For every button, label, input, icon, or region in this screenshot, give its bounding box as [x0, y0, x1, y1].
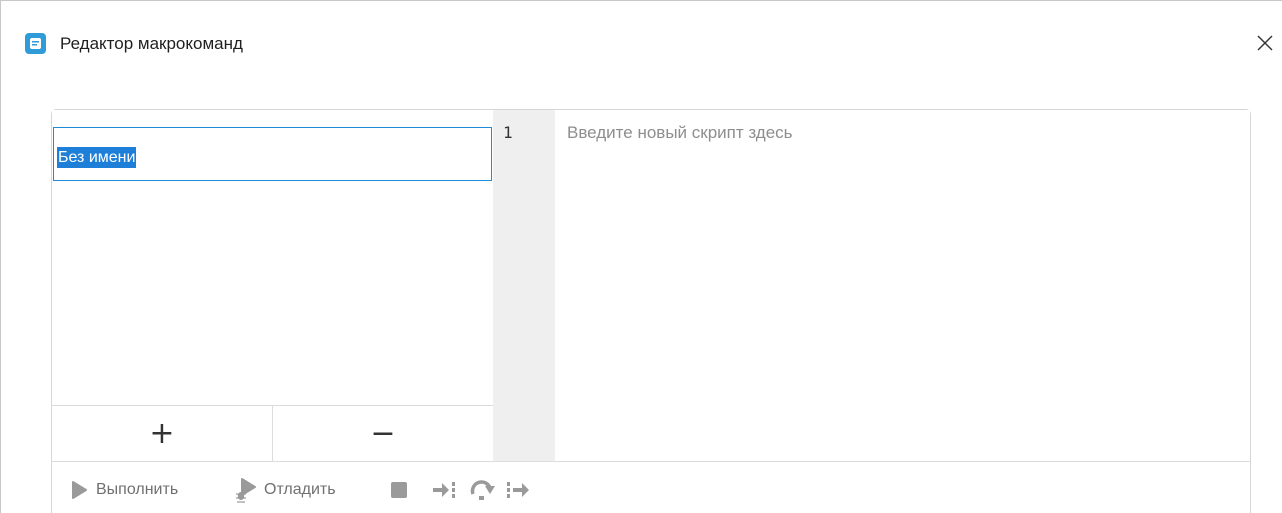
remove-macro-button[interactable]: −: [273, 406, 493, 461]
play-icon: [72, 481, 87, 499]
macro-list-buttons: + −: [52, 405, 493, 461]
plus-icon: +: [149, 415, 175, 451]
debug-button[interactable]: Отладить: [235, 462, 336, 513]
debug-icon: [236, 478, 256, 503]
minus-icon: −: [370, 415, 396, 451]
stop-button[interactable]: [390, 462, 408, 513]
title-bar: Редактор макрокоманд: [1, 1, 1282, 85]
run-label: Выполнить: [96, 481, 179, 498]
macro-list-item[interactable]: Без имени: [53, 127, 492, 181]
macro-list-pane: Без имени + −: [52, 110, 493, 461]
step-into-icon: [433, 482, 455, 498]
script-editor: 1 Введите новый скрипт здесь: [493, 110, 1250, 461]
step-out-button[interactable]: [506, 462, 534, 513]
line-number: 1: [503, 123, 513, 142]
macro-name-field[interactable]: Без имени: [57, 147, 137, 168]
script-input[interactable]: Введите новый скрипт здесь: [555, 110, 1250, 461]
debug-toolbar: Выполнить Отладить: [52, 461, 1250, 513]
macro-editor-window: Редактор макрокоманд Без имени + − 1 Вве…: [0, 0, 1282, 513]
step-into-button[interactable]: [432, 462, 458, 513]
close-icon: [1257, 35, 1273, 51]
step-over-icon: [470, 480, 495, 500]
close-button[interactable]: [1251, 29, 1279, 57]
macro-list: Без имени: [52, 127, 493, 405]
stop-icon: [391, 482, 407, 498]
script-placeholder: Введите новый скрипт здесь: [567, 123, 793, 142]
step-over-button[interactable]: [468, 462, 498, 513]
app-logo-icon: [25, 33, 46, 54]
debug-label: Отладить: [264, 481, 336, 498]
window-title: Редактор макрокоманд: [60, 34, 243, 53]
add-macro-button[interactable]: +: [52, 406, 273, 461]
step-out-icon: [507, 482, 529, 498]
run-button[interactable]: Выполнить: [71, 462, 178, 513]
macro-editor-panel: Без имени + − 1 Введите новый скрипт зде…: [51, 109, 1251, 513]
line-number-gutter: 1: [493, 110, 555, 461]
